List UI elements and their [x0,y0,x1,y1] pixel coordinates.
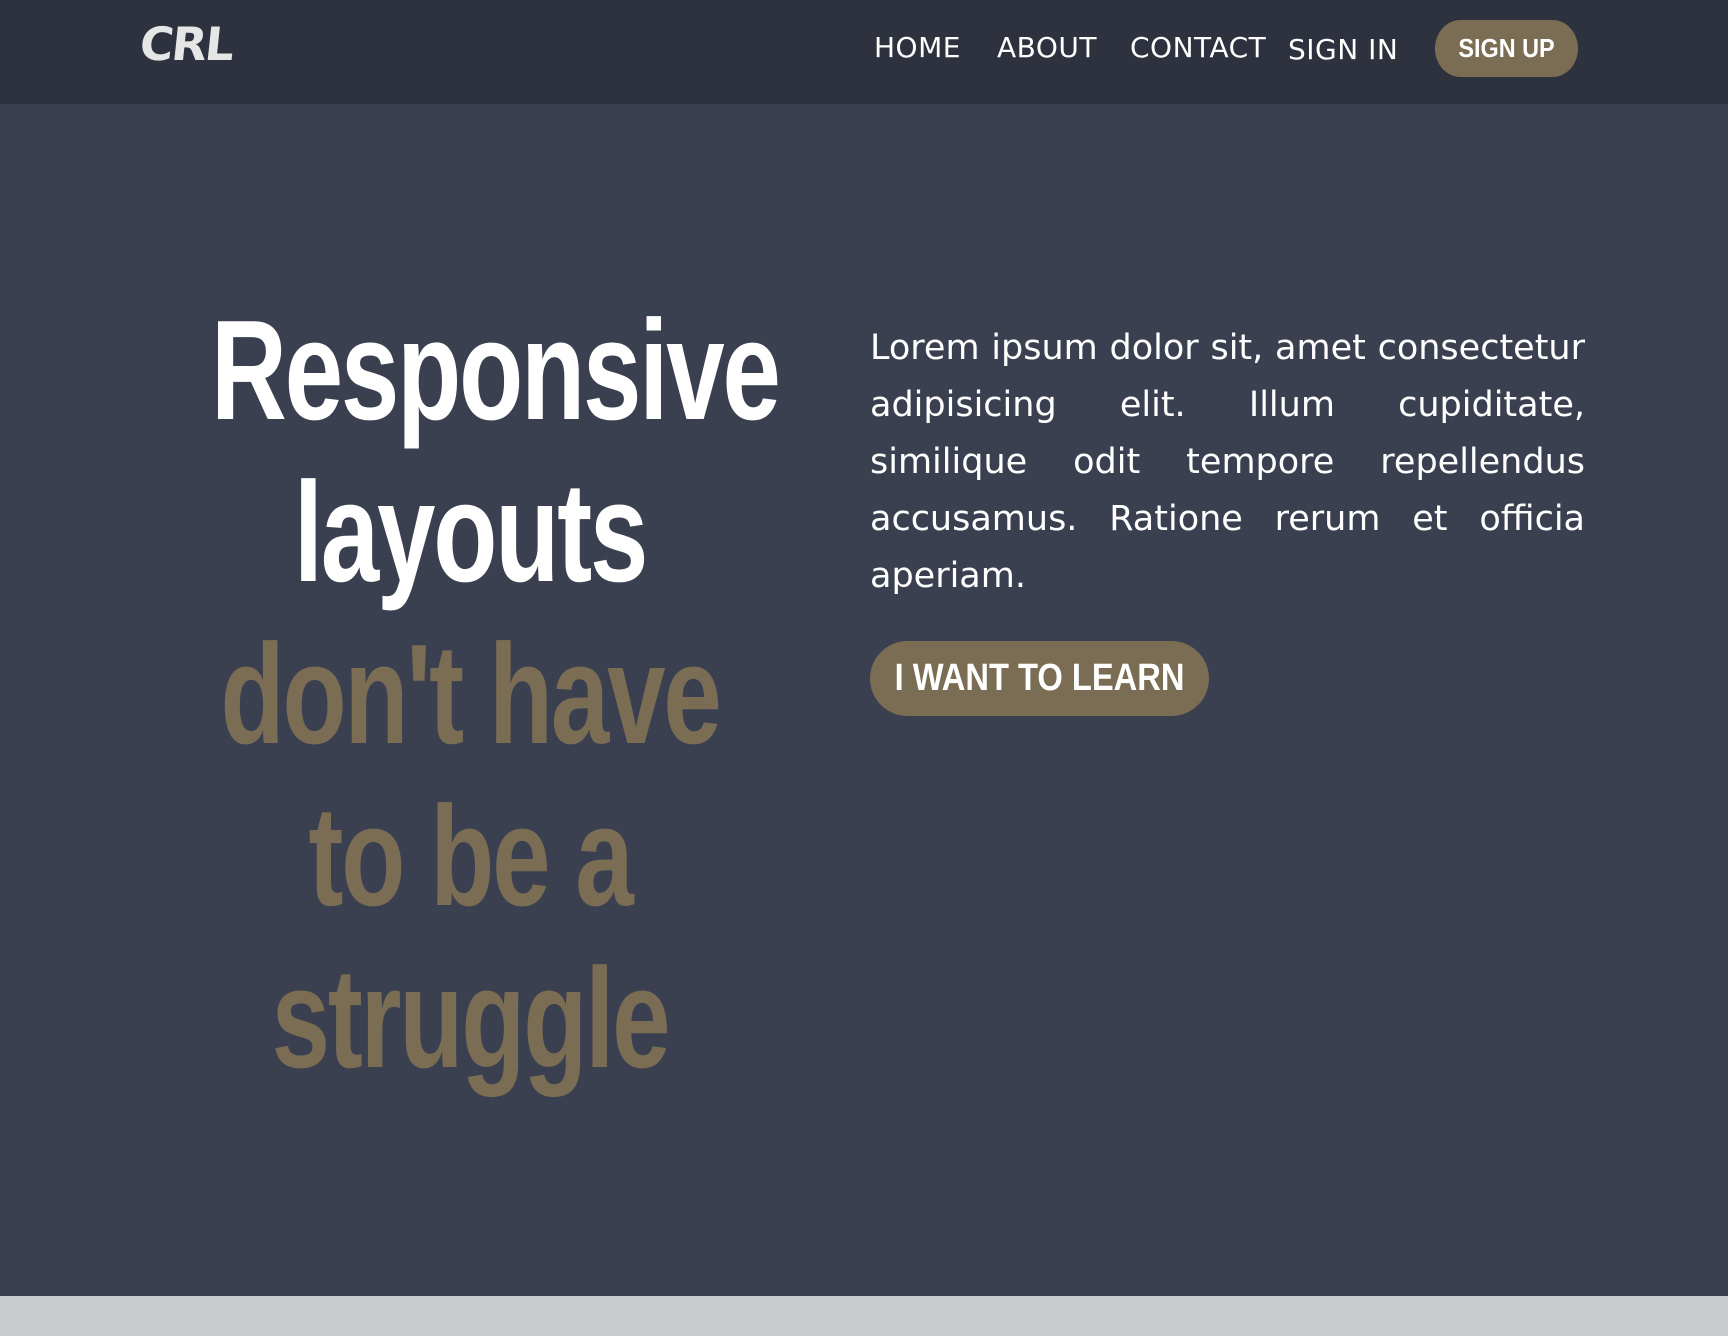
nav-contact-link[interactable]: CONTACT [1130,30,1266,66]
hero-title-line-accent: struggle [271,939,671,1098]
sign-in-link[interactable]: SIGN IN [1288,32,1398,68]
logo[interactable]: CRL [137,14,236,74]
sign-up-button[interactable]: SIGN UP [1434,20,1579,77]
hero-title-line: layouts [293,453,649,612]
footer-strip [0,1296,1728,1336]
site-header: CRL HOME ABOUT CONTACT SIGN IN SIGN UP [0,0,1728,104]
learn-button[interactable]: I WANT TO LEARN [870,641,1209,716]
hero-title: Responsive layouts don't have to be a st… [120,290,820,1100]
nav-home-link[interactable]: HOME [874,30,961,66]
hero-title-line: Responsive [211,291,781,450]
hero-paragraph: Lorem ipsum dolor sit, amet consectetur … [870,328,1585,596]
learn-button-label: I WANT TO LEARN [894,657,1185,699]
nav-about-link[interactable]: ABOUT [997,30,1097,66]
hero-title-line-accent: don't have [220,615,721,774]
hero-title-line-accent: to be a [308,777,633,936]
